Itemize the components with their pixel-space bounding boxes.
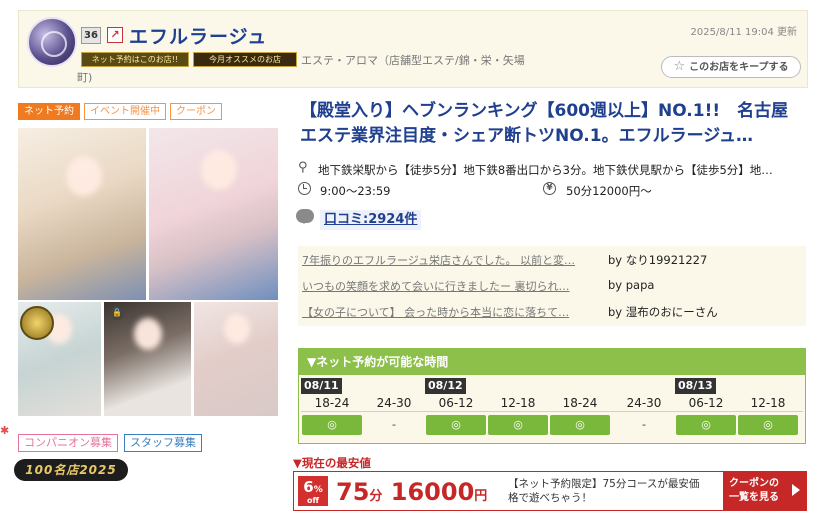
access-text: 地下鉄栄駅から【徒歩5分】地下鉄8番出口から3分。地下鉄伏見駅から【徒歩5分】地… xyxy=(318,163,773,177)
tag-event[interactable]: イベント開催中 xyxy=(84,103,166,120)
coupon-list-button[interactable]: クーポンの 一覧を見る xyxy=(723,471,807,511)
review-item: 【女の子について】 会った時から本当に恋に落ちて… by 湿布のおにーさん xyxy=(298,300,806,324)
girl-photo[interactable] xyxy=(149,128,278,300)
lowest-price-note: 【ネット予約限定】75分コースが最安価格で遊べちゃう！ xyxy=(508,478,700,504)
companion-recruit-button[interactable]: コンパニオン募集 xyxy=(18,434,118,452)
slot-unavailable: - xyxy=(642,418,646,431)
slot-label: 06-12 xyxy=(438,396,474,410)
chat-icon xyxy=(296,209,314,224)
pin-icon: ⚲ xyxy=(298,160,308,175)
award-badge: 100名店2025 xyxy=(14,459,128,481)
category-text-cont: 町) xyxy=(77,71,93,84)
recruit-links: コンパニオン募集 スタッフ募集 xyxy=(18,434,202,452)
photo-grid: 🔒 xyxy=(18,128,278,416)
new-mark-icon: ✱ xyxy=(0,424,10,437)
business-hours: 9:00〜23:59 xyxy=(320,184,391,198)
slot-label: 12-18 xyxy=(750,396,786,410)
keep-label: このお店をキープする xyxy=(689,62,789,73)
slot-available-button[interactable]: ◎ xyxy=(738,415,798,435)
slot-label: 24-30 xyxy=(376,396,412,410)
rank-emblem-icon xyxy=(20,306,54,340)
discount-unit: % xyxy=(313,485,323,495)
tag-coupon[interactable]: クーポン xyxy=(170,103,222,120)
clock-icon xyxy=(298,182,311,195)
slot-available-button[interactable]: ◎ xyxy=(676,415,736,435)
reservation-banner[interactable]: ネット予約はこのお店!! xyxy=(81,52,189,67)
lock-icon: 🔒 xyxy=(110,306,124,320)
review-author: by なり19921227 xyxy=(608,253,708,267)
shop-logo[interactable] xyxy=(27,17,77,67)
discount-value: 6 xyxy=(303,478,314,496)
updated-time: 2025/8/11 19:04 更新 xyxy=(690,27,797,38)
tag-net-reservation[interactable]: ネット予約 xyxy=(18,103,80,120)
external-link-icon[interactable]: ↗ xyxy=(107,27,123,43)
recommend-banner[interactable]: 今月オススメのお店 xyxy=(193,52,297,67)
discount-off: off xyxy=(307,496,319,505)
review-author: by papa xyxy=(608,278,655,292)
lowest-price-label: ▼現在の最安値 xyxy=(293,456,371,470)
review-list: 7年振りのエフルラージュ栄店さんでした。 以前と変… by なり19921227… xyxy=(298,246,806,326)
availability-panel: ▼ネット予約が可能な時間 08/11 08/12 08/13 18-24 24-… xyxy=(298,348,806,444)
date-label: 08/11 xyxy=(301,378,342,394)
date-label: 08/13 xyxy=(675,378,716,394)
amount-unit: 円 xyxy=(474,489,488,504)
course-minutes: 75 xyxy=(336,478,370,506)
lowest-price: 75分 16000円 xyxy=(336,478,487,506)
slot-unavailable: - xyxy=(392,418,396,431)
discount-badge: 6% off xyxy=(298,476,328,506)
review-text[interactable]: いつもの笑顔を求めて会いに行きましたー 裏切られ… xyxy=(302,278,596,294)
slot-available-button[interactable]: ◎ xyxy=(550,415,610,435)
price-amount: 16000 xyxy=(390,478,475,506)
slot-label: 24-30 xyxy=(626,396,662,410)
review-count-link[interactable]: 口コミ:2924件 xyxy=(320,210,422,230)
availability-title: ▼ネット予約が可能な時間 xyxy=(299,349,805,375)
review-item: 7年振りのエフルラージュ栄店さんでした。 以前と変… by なり19921227 xyxy=(298,248,806,272)
minutes-unit: 分 xyxy=(369,489,383,504)
review-text[interactable]: 【女の子について】 会った時から本当に恋に落ちて… xyxy=(302,304,596,320)
slot-label: 06-12 xyxy=(688,396,724,410)
review-author: by 湿布のおにーさん xyxy=(608,305,718,319)
slot-available-button[interactable]: ◎ xyxy=(426,415,486,435)
shop-name[interactable]: エフルラージュ xyxy=(129,22,267,49)
slot-label: 18-24 xyxy=(562,396,598,410)
shop-headline[interactable]: 【殿堂入り】ヘブンランキング【600週以上】NO.1!! 名古屋エステ業界注目度… xyxy=(300,99,805,149)
arrow-right-icon xyxy=(792,484,800,496)
girl-photo[interactable] xyxy=(18,128,146,300)
date-label: 08/12 xyxy=(425,378,466,394)
review-item: いつもの笑顔を求めて会いに行きましたー 裏切られ… by papa xyxy=(298,274,806,298)
feature-tags: ネット予約 イベント開催中 クーポン xyxy=(18,103,222,120)
keep-shop-button[interactable]: ☆ このお店をキープする xyxy=(661,56,801,78)
availability-body: 08/11 08/12 08/13 18-24 24-30 06-12 12-1… xyxy=(299,375,805,443)
lowest-price-box[interactable]: 6% off 75分 16000円 【ネット予約限定】75分コースが最安価格で遊… xyxy=(293,471,807,511)
slot-available-button[interactable]: ◎ xyxy=(488,415,548,435)
slot-available-button[interactable]: ◎ xyxy=(302,415,362,435)
category-text: エステ・アロマ（店舗型エステ/錦・栄・矢場 xyxy=(301,54,525,67)
rank-badge: 36 xyxy=(81,27,101,44)
shop-header: 36 ↗ エフルラージュ 2025/8/11 19:04 更新 ネット予約はこの… xyxy=(18,10,808,88)
review-text[interactable]: 7年振りのエフルラージュ栄店さんでした。 以前と変… xyxy=(302,252,596,268)
slot-label: 18-24 xyxy=(314,396,350,410)
slot-label: 12-18 xyxy=(500,396,536,410)
girl-photo[interactable] xyxy=(194,302,278,416)
staff-recruit-button[interactable]: スタッフ募集 xyxy=(124,434,202,452)
star-icon: ☆ xyxy=(673,59,686,74)
divider xyxy=(301,411,803,412)
yen-icon: ¥ xyxy=(543,182,556,195)
price-text: 50分12000円〜 xyxy=(566,184,652,198)
